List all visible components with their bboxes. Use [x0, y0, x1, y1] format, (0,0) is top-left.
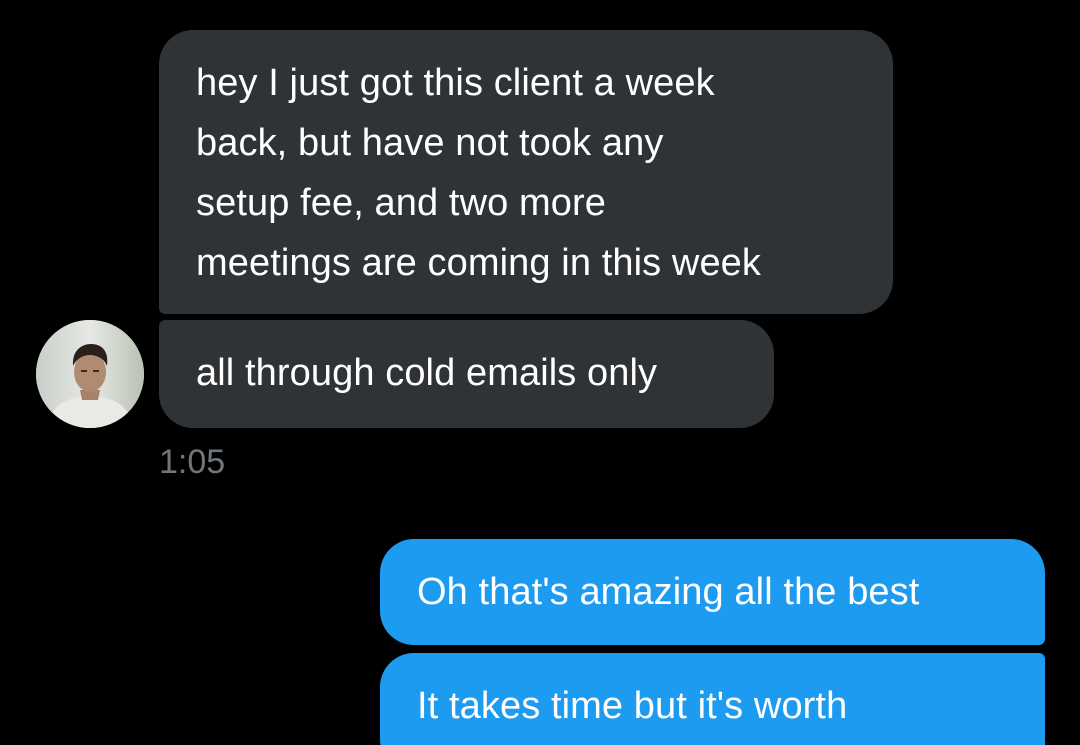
message-timestamp: 1:05: [159, 443, 226, 481]
message-text-line: meetings are coming in this week: [196, 242, 762, 284]
message-text: Oh that's amazing all the best: [417, 571, 920, 613]
outgoing-message-bubble[interactable]: Oh that's amazing all the best: [380, 539, 1045, 645]
message-text-line: setup fee, and two more: [196, 182, 606, 224]
contact-avatar-photo-icon: [36, 320, 144, 428]
avatar[interactable]: [36, 320, 144, 428]
outgoing-message-bubble[interactable]: It takes time but it's worth: [380, 653, 1045, 745]
message-text: all through cold emails only: [196, 352, 658, 394]
message-text: It takes time but it's worth: [417, 685, 848, 727]
incoming-message-bubble[interactable]: all through cold emails only: [159, 320, 774, 428]
conversation-view: hey I just got this client a week back, …: [0, 0, 1080, 745]
incoming-message-bubble[interactable]: hey I just got this client a week back, …: [159, 30, 893, 314]
message-text-line: hey I just got this client a week: [196, 62, 715, 104]
message-text-line: back, but have not took any: [196, 122, 664, 164]
